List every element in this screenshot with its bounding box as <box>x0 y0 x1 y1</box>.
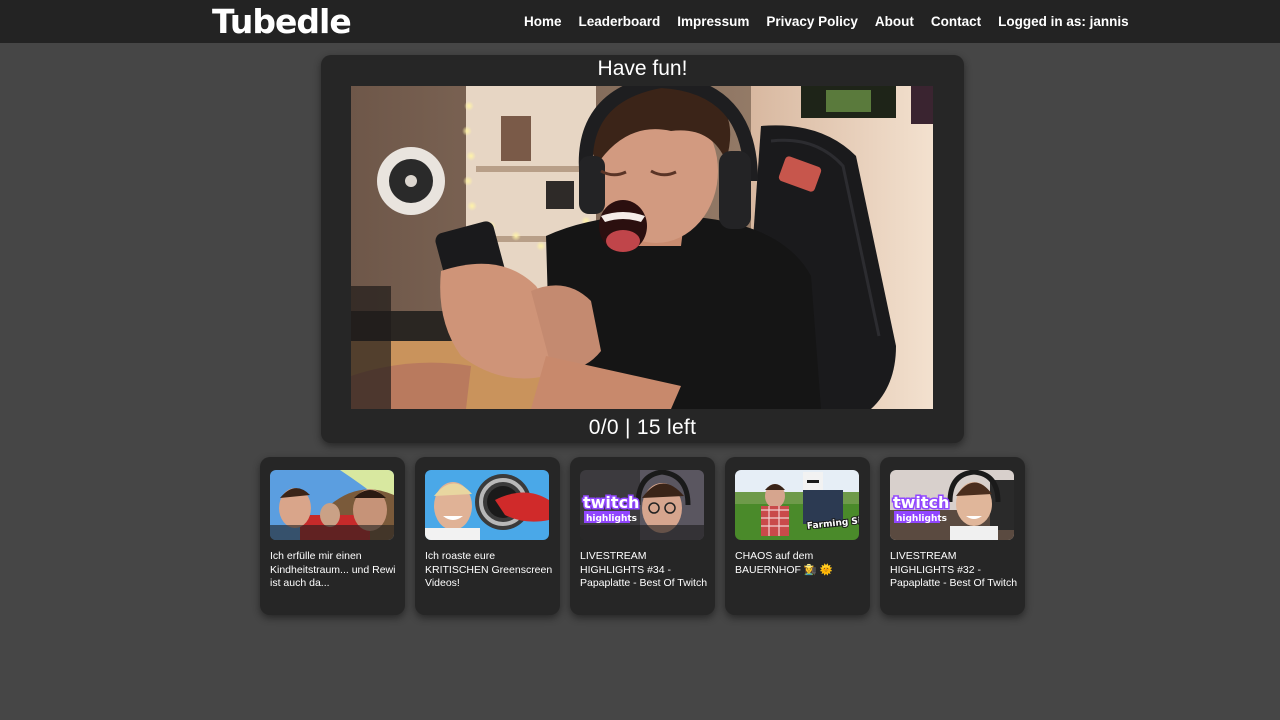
video-title: LIVESTREAM HIGHLIGHTS #34 - Papaplatte -… <box>580 550 708 590</box>
nav-about-link[interactable]: About <box>875 14 914 29</box>
game-title: Have fun! <box>597 57 688 80</box>
logged-in-user-label: Logged in as: jannis <box>998 14 1129 29</box>
video-card[interactable]: twitch highlights LIVESTREAM HIGHLIGHTS … <box>880 457 1025 615</box>
twitch-badge-text: twitch <box>893 493 949 512</box>
video-title: Ich roaste eure KRITISCHEN Greenscreen V… <box>425 550 553 590</box>
video-title: CHAOS auf dem BAUERNHOF 👩‍🌾 🌞 <box>735 550 833 576</box>
video-still-frame <box>351 86 933 409</box>
video-card[interactable]: Farming Simulator CHAOS auf dem BAUERNHO… <box>725 457 870 615</box>
nav-home-link[interactable]: Home <box>524 14 562 29</box>
top-navigation-bar: Tubedle Home Leaderboard Impressum Priva… <box>0 0 1280 43</box>
video-card[interactable]: twitch highlights LIVESTREAM HIGHLIGHTS … <box>570 457 715 615</box>
video-choices: Ich erfülle mir einen Kindheitstraum... … <box>260 457 1028 617</box>
main-nav: Home Leaderboard Impressum Privacy Polic… <box>524 0 1129 43</box>
video-thumbnail: twitch highlights <box>580 470 704 540</box>
site-logo[interactable]: Tubedle <box>212 0 352 43</box>
twitch-badge-text: twitch <box>583 493 639 512</box>
video-thumbnail <box>425 470 549 540</box>
video-title: Ich erfülle mir einen Kindheitstraum... … <box>270 550 396 590</box>
nav-impressum-link[interactable]: Impressum <box>677 14 749 29</box>
video-thumbnail <box>270 470 394 540</box>
video-thumbnail: twitch highlights <box>890 470 1014 540</box>
nav-leaderboard-link[interactable]: Leaderboard <box>579 14 661 29</box>
score-counter: 0/0 | 15 left <box>588 416 697 439</box>
video-card[interactable]: Ich roaste eure KRITISCHEN Greenscreen V… <box>415 457 560 615</box>
game-panel: Have fun! 0/0 | 15 left <box>321 55 964 443</box>
video-title: LIVESTREAM HIGHLIGHTS #32 - Papaplatte -… <box>890 550 1018 590</box>
video-card[interactable]: Ich erfülle mir einen Kindheitstraum... … <box>260 457 405 615</box>
nav-contact-link[interactable]: Contact <box>931 14 981 29</box>
video-thumbnail: Farming Simulator <box>735 470 859 540</box>
nav-privacy-policy-link[interactable]: Privacy Policy <box>766 14 858 29</box>
video-frame-image <box>351 86 933 409</box>
highlights-badge-text: highlights <box>896 514 947 524</box>
highlights-badge-text: highlights <box>586 514 637 524</box>
